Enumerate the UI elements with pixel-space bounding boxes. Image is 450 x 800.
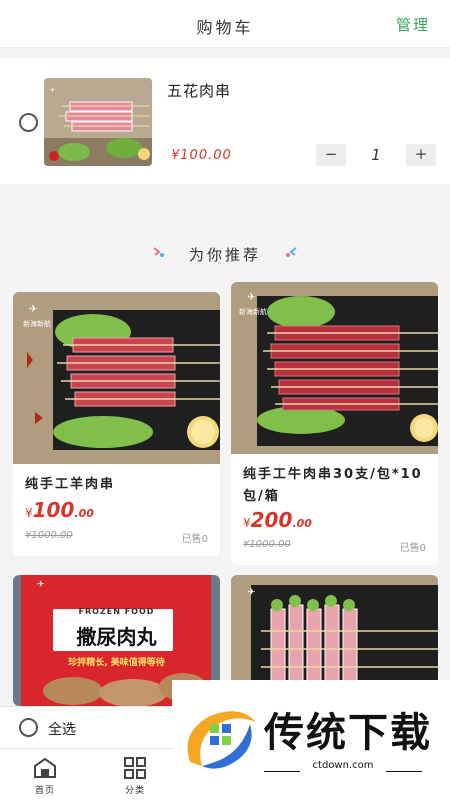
price-integer: 200 [250,508,293,532]
price-integer: 100 [32,498,75,522]
bag-title: 撒尿肉丸 [76,625,157,649]
product-price: ¥200.00 [243,508,312,532]
original-price: ¥1000.00 [243,539,291,550]
product-image: ✈ 新海新航 [13,292,220,464]
sold-count: 已售0 [181,534,208,545]
svg-text:✈: ✈ [247,292,255,303]
header-bar: 购物车 管理 [0,0,450,48]
manage-button[interactable]: 管理 [396,14,430,35]
watermark-url: ctdown.com [312,760,374,771]
item-select-radio[interactable] [19,113,38,132]
product-name: 纯手工羊肉串 [25,477,116,492]
divider [386,771,422,772]
product-name: 五花肉串 [167,82,232,100]
decrease-button[interactable]: − [316,144,346,166]
currency-symbol: ¥ [25,506,33,520]
grid-icon [124,757,146,779]
svg-text:✈: ✈ [50,87,55,94]
svg-text:✈: ✈ [37,580,45,590]
tab-label: 分类 [124,786,145,796]
select-all-radio[interactable] [19,718,38,737]
increase-button[interactable]: + [406,144,436,166]
tab-label: 首页 [34,786,55,796]
quantity-stepper: − 1 + [0,144,450,166]
page-title: 购物车 [196,18,254,37]
watermark-logo-icon [187,711,256,769]
svg-text:✈: ✈ [247,587,255,598]
watermark-text: 传统下载 [264,710,432,756]
bag-slogan: 珍拌精长, 美味值得等待 [68,658,165,668]
svg-text:新海新航: 新海新航 [239,307,267,316]
product-card[interactable]: ✈ 新海新航 纯手工牛肉串30支/包*10 包/箱 ¥200.00 ¥1000.… [231,282,438,565]
product-name-line-2: 包/箱 [243,489,280,504]
svg-text:✈: ✈ [29,304,37,315]
tab-category[interactable]: 分类 [105,749,165,800]
price-decimal: .00 [292,517,312,530]
cart-item: ✈ 五花肉串 ¥100.00 − 1 + [0,58,450,184]
sparkle-icon [286,247,297,257]
price-decimal: .00 [74,507,94,520]
quantity-value[interactable]: 1 [346,144,406,166]
product-image: ✈ 新海新航 [231,282,438,454]
original-price: ¥1000.00 [25,530,73,541]
currency-symbol: ¥ [243,516,251,530]
select-all-label[interactable]: 全选 [48,719,76,739]
tab-home[interactable]: 首页 [15,749,75,800]
bag-label: FROZEN FOOD [78,607,155,616]
watermark: 传统下载 ctdown.com [172,680,450,800]
recommend-title: 为你推荐 [188,246,261,264]
product-card[interactable]: ✈ 新海新航 纯手工羊肉串 ¥100.00 ¥1000.00 已售0 [13,292,220,556]
sold-count: 已售0 [399,543,426,554]
product-name-line-1: 纯手工牛肉串30支/包*10 [243,467,423,482]
svg-text:新海新航: 新海新航 [23,319,51,328]
home-icon [34,757,56,778]
product-price: ¥100.00 [25,498,94,522]
divider [264,771,300,772]
